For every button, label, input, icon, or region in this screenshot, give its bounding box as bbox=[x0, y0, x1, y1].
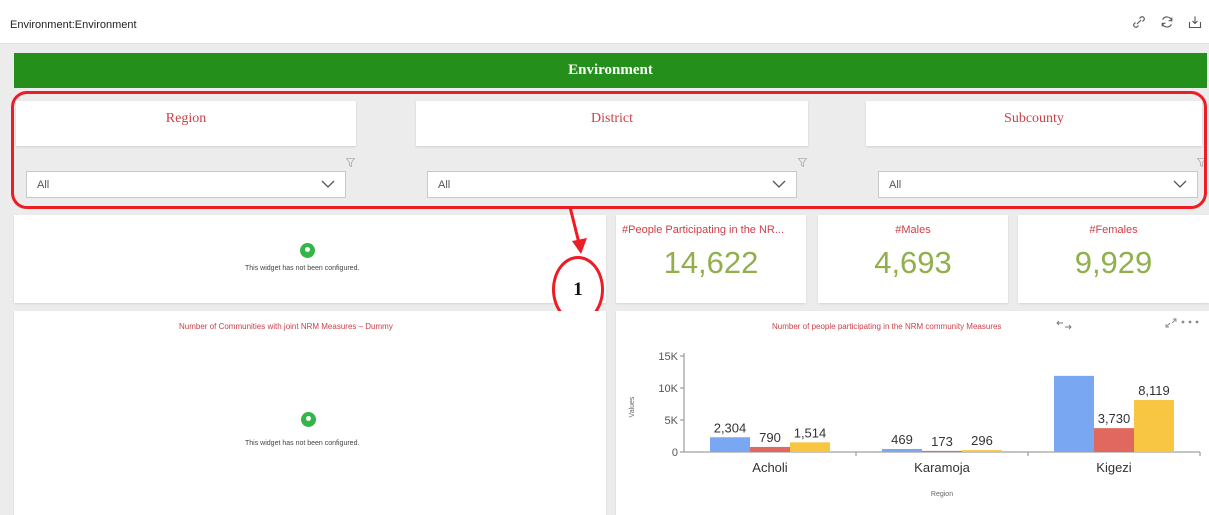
unconfigured-widget-top: This widget has not been configured. bbox=[14, 215, 606, 303]
x-tick-label: Karamoja bbox=[914, 460, 970, 475]
kpi-card-participants: #People Participating in the NR... 14,62… bbox=[616, 215, 806, 303]
kpi-card-females: #Females 9,929 bbox=[1018, 215, 1209, 303]
y-axis-label: Values bbox=[629, 396, 636, 417]
expand-icon[interactable] bbox=[1164, 317, 1178, 329]
kpi-value: 14,622 bbox=[663, 245, 759, 280]
bar-data-label: 790 bbox=[759, 430, 781, 445]
kpi-value: 9,929 bbox=[1074, 245, 1153, 280]
x-tick-label: Kigezi bbox=[1096, 460, 1132, 475]
kpi-card-males: #Males 4,693 bbox=[818, 215, 1008, 303]
bar bbox=[790, 442, 830, 452]
bar bbox=[1054, 375, 1094, 452]
link-icon[interactable] bbox=[1131, 14, 1147, 30]
bar-data-label: 469 bbox=[891, 432, 913, 447]
bar-data-label: 173 bbox=[931, 434, 953, 449]
y-tick-label: 0 bbox=[672, 447, 678, 459]
bar bbox=[750, 446, 790, 452]
section-banner: Environment bbox=[14, 53, 1207, 88]
communities-widget-title: Number of Communities with joint NRM Mea… bbox=[179, 322, 393, 331]
bar-data-label: 8,119 bbox=[1138, 383, 1170, 398]
export-icon[interactable] bbox=[1187, 14, 1203, 30]
y-tick-label: 15K bbox=[658, 351, 678, 363]
dashboard-title: Environment:Environment bbox=[10, 19, 137, 31]
refresh-icon[interactable] bbox=[1159, 14, 1175, 30]
top-bar: Environment:Environment bbox=[0, 0, 1209, 44]
callout-arrow bbox=[568, 206, 587, 254]
filters-highlight-frame bbox=[11, 91, 1207, 209]
bar-data-label: 1,514 bbox=[794, 425, 827, 440]
unconfigured-message: This widget has not been configured. bbox=[245, 265, 360, 272]
map-pin-icon bbox=[300, 243, 315, 258]
kpi-title: #People Participating in the NR... bbox=[622, 224, 785, 236]
bar-data-label: 2,304 bbox=[714, 420, 747, 435]
unconfigured-message: This widget has not been configured. bbox=[245, 440, 360, 447]
kpi-title: #Males bbox=[895, 224, 931, 236]
y-tick-label: 10K bbox=[658, 383, 678, 395]
chart-title: Number of people participating in the NR… bbox=[772, 322, 1002, 331]
bar-chart: 0 5K 10K 15K Values Acholi 2,304 790 1,514 Karamo… bbox=[629, 351, 1201, 498]
y-tick-label: 5K bbox=[665, 415, 679, 427]
bar-data-label: 296 bbox=[971, 433, 993, 448]
kpi-title: #Females bbox=[1089, 224, 1138, 236]
bar bbox=[1134, 400, 1174, 452]
bar bbox=[962, 450, 1002, 452]
x-axis-label: Region bbox=[931, 491, 953, 498]
x-tick-label: Acholi bbox=[752, 460, 788, 475]
drill-arrows-icon[interactable] bbox=[1056, 320, 1072, 330]
bar bbox=[922, 450, 962, 452]
map-pin-icon bbox=[301, 412, 316, 427]
participation-chart-widget: Number of people participating in the NR… bbox=[616, 311, 1209, 515]
bar bbox=[710, 437, 750, 452]
more-options-icon[interactable] bbox=[1180, 319, 1200, 325]
bar bbox=[882, 448, 922, 452]
communities-widget: Number of Communities with joint NRM Mea… bbox=[14, 311, 606, 515]
kpi-value: 4,693 bbox=[874, 245, 952, 280]
bar-data-label: 3,730 bbox=[1098, 411, 1131, 426]
toolbar-icons bbox=[1131, 14, 1203, 30]
bar bbox=[1094, 428, 1134, 452]
